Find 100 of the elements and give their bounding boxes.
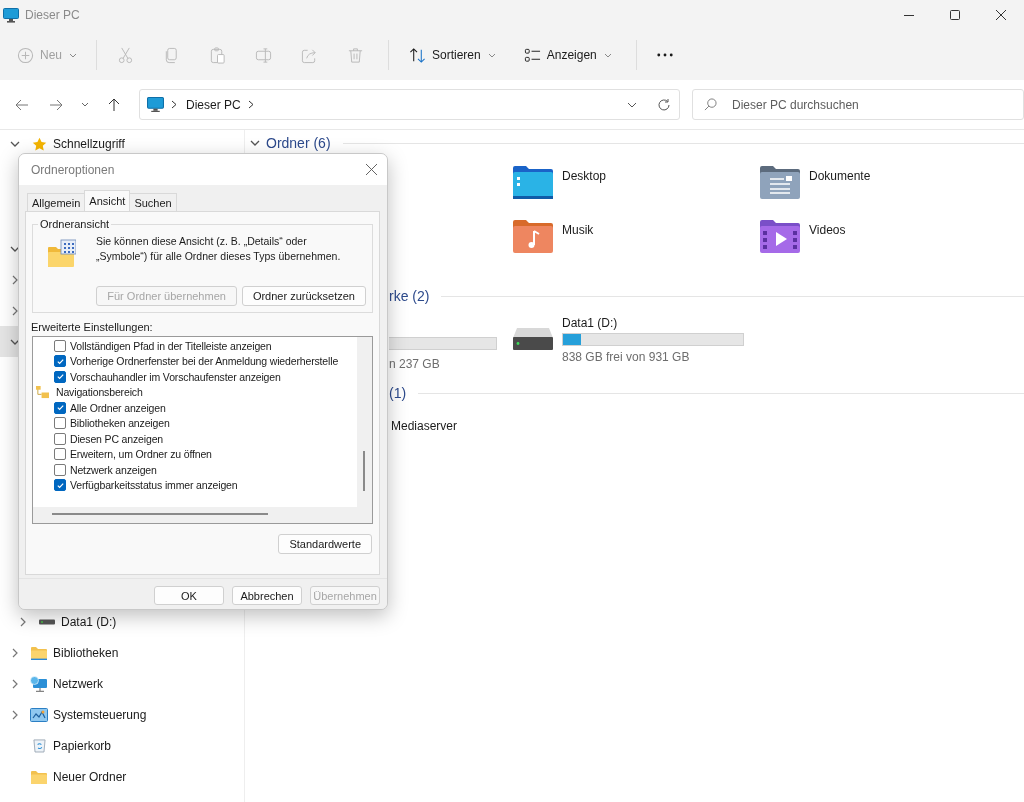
setting-label: Diesen PC anzeigen <box>70 432 164 445</box>
section-heading[interactable]: Ordner (6) <box>266 135 331 151</box>
tab[interactable]: Allgemein <box>27 193 86 211</box>
breadcrumb-chevron-icon[interactable] <box>247 100 254 109</box>
nav-item[interactable]: Data1 (D:) <box>61 614 117 629</box>
list-view-icon <box>523 46 541 64</box>
more-icon <box>656 53 673 57</box>
window-title: Dieser PC <box>25 8 80 22</box>
caret-icon <box>487 52 496 58</box>
close-icon <box>996 10 1006 20</box>
dialog-title: Ordneroptionen <box>31 162 115 177</box>
dialog-button[interactable]: OK <box>154 586 224 605</box>
music-folder-icon <box>513 219 553 253</box>
checkbox[interactable] <box>54 355 66 368</box>
setting-label: Verfügbarkeitsstatus immer anzeigen <box>70 479 238 492</box>
refresh-icon[interactable] <box>657 97 671 112</box>
control-panel-icon <box>30 707 48 722</box>
maximize-icon <box>950 10 960 20</box>
nav-item[interactable]: Systemsteuerung <box>53 707 147 722</box>
network-location-name[interactable]: Mediaserver <box>391 419 458 433</box>
folder-name[interactable]: Musik <box>562 223 594 237</box>
nav-item[interactable]: Schnellzugriff <box>53 137 125 151</box>
drive-name[interactable]: Data1 (D:) <box>562 316 744 330</box>
forward-arrow-icon <box>49 98 63 111</box>
nav-item[interactable]: Papierkorb <box>53 738 112 753</box>
drive-icon <box>39 618 55 625</box>
up-arrow-icon <box>108 97 120 112</box>
tab[interactable]: Suchen <box>129 193 177 211</box>
drive-free-space: 838 GB frei von 931 GB <box>562 350 691 364</box>
checkbox[interactable] <box>54 401 66 414</box>
monitor-icon <box>147 96 164 113</box>
checkbox[interactable] <box>54 417 66 430</box>
section-heading[interactable]: (1) <box>389 385 407 401</box>
setting-label: Bibliotheken anzeigen <box>70 417 170 430</box>
search-field[interactable]: Dieser PC durchsuchen <box>692 89 1024 120</box>
trash-icon <box>347 46 364 64</box>
sort-button[interactable]: Sortieren <box>400 38 505 72</box>
settings-label: Erweiterte Einstellungen: <box>31 321 154 333</box>
chevron-right-icon[interactable] <box>10 678 20 689</box>
folder-name[interactable]: Dokumente <box>809 169 871 183</box>
nav-item[interactable]: Netzwerk <box>53 676 103 691</box>
setting-label: Erweitern, um Ordner zu öffnen <box>70 448 212 461</box>
star-icon <box>31 136 47 152</box>
vertical-scrollbar[interactable] <box>357 337 372 507</box>
folder-tree-icon <box>36 385 49 399</box>
breadcrumb[interactable]: Dieser PC <box>186 97 241 112</box>
back-arrow-icon <box>15 98 29 111</box>
folder-name[interactable]: Desktop <box>562 169 607 183</box>
view-button[interactable]: Anzeigen <box>514 38 621 72</box>
category-label: Navigationsbereich <box>56 386 143 399</box>
clipboard-icon <box>209 46 226 64</box>
checkbox[interactable] <box>54 339 66 352</box>
scissors-icon <box>117 46 134 64</box>
folder-name[interactable]: Videos <box>809 223 846 237</box>
folder-icon <box>31 769 47 784</box>
chevron-down-icon[interactable] <box>10 139 20 149</box>
drive-free-space: n 237 GB <box>389 357 441 371</box>
monitor-icon <box>3 7 19 23</box>
folder-view-button[interactable]: Ordner zurücksetzen <box>241 286 366 306</box>
dialog-button[interactable]: Abbrechen <box>232 586 302 605</box>
horizontal-scrollbar[interactable] <box>33 507 372 523</box>
folder-icon <box>31 645 47 660</box>
address-bar[interactable]: Dieser PC <box>139 89 680 120</box>
checkbox[interactable] <box>54 463 66 476</box>
checkbox[interactable] <box>54 479 66 492</box>
checkbox[interactable] <box>54 370 66 383</box>
group-title: Ordneransicht <box>39 218 111 230</box>
setting-label: Vorschauhandler im Vorschaufenster anzeigen <box>70 370 281 383</box>
close-icon[interactable] <box>366 164 377 175</box>
nav-item[interactable]: Neuer Ordner <box>53 769 127 784</box>
defaults-button[interactable]: Standardwerte <box>278 534 372 554</box>
nav-item[interactable]: Bibliotheken <box>53 645 119 660</box>
rename-icon <box>255 46 272 64</box>
section-heading[interactable]: rke (2) <box>389 288 430 304</box>
search-icon <box>704 98 717 111</box>
caret-icon <box>603 52 612 58</box>
checkbox[interactable] <box>54 432 66 445</box>
chevron-down-icon <box>81 102 89 107</box>
video-folder-icon <box>760 219 800 253</box>
recycle-bin-icon <box>32 738 46 753</box>
setting-label: Netzwerk anzeigen <box>70 463 157 476</box>
chevron-down-icon[interactable] <box>250 138 260 148</box>
dropdown-icon[interactable] <box>627 101 637 108</box>
folder-icon <box>513 165 553 199</box>
checkbox[interactable] <box>54 448 66 461</box>
tab[interactable]: Ansicht <box>84 190 131 211</box>
setting-label: Vollständigen Pfad in der Titelleiste anzeigen <box>70 339 272 352</box>
chevron-right-icon[interactable] <box>10 305 20 316</box>
hard-drive-icon <box>513 326 553 350</box>
plus-icon <box>17 46 34 64</box>
chevron-right-icon[interactable] <box>10 274 20 285</box>
document-folder-icon <box>760 165 800 199</box>
copy-icon <box>163 46 180 64</box>
chevron-right-icon[interactable] <box>10 647 20 658</box>
folder-grid-icon <box>48 239 76 267</box>
network-icon <box>30 675 48 692</box>
chevron-right-icon[interactable] <box>10 709 20 720</box>
chevron-right-icon[interactable] <box>18 616 28 627</box>
breadcrumb-chevron-icon <box>171 100 177 109</box>
sort-icon <box>409 46 426 64</box>
